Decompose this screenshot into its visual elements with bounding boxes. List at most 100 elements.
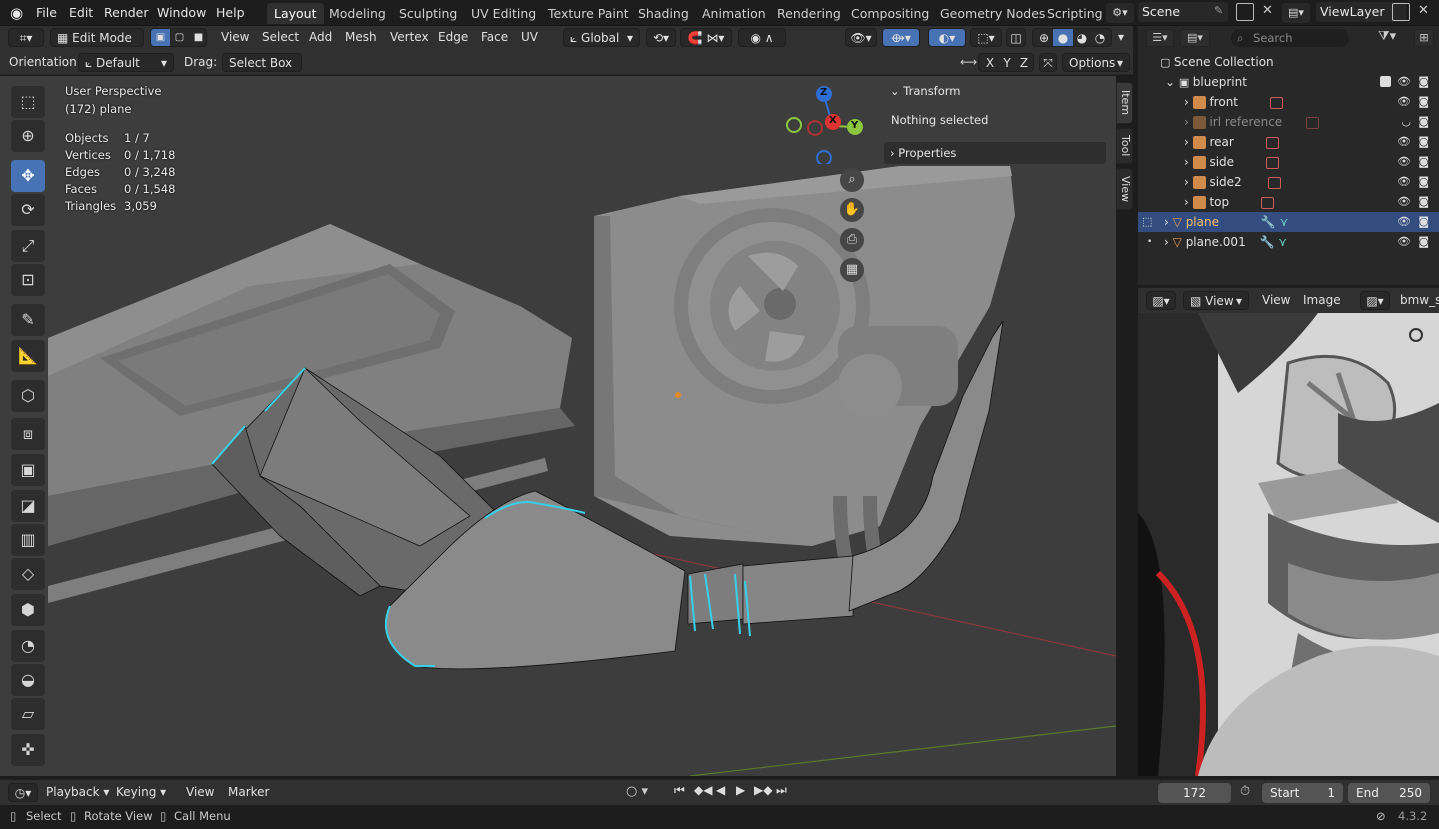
vertex-select-mode-icon[interactable]: ▣ <box>151 29 170 46</box>
mirror-icon[interactable]: ⟷ <box>960 55 977 69</box>
next-keyframe-icon[interactable]: ▶◆ <box>754 783 772 797</box>
tab-uv-editing[interactable]: UV Editing <box>464 3 543 24</box>
scene-icon[interactable]: ⚙▾ <box>1106 3 1134 23</box>
rendered-shading-icon[interactable]: ◔ <box>1091 29 1109 47</box>
menu-file[interactable]: File <box>33 4 60 22</box>
menu-edit[interactable]: Edit <box>66 4 96 22</box>
stopwatch-icon[interactable]: ⏱ <box>1240 784 1250 799</box>
spin-tool-icon[interactable]: ◔ <box>11 630 45 662</box>
eye-icon[interactable]: 👁 <box>1397 92 1411 112</box>
material-shading-icon[interactable]: ◕ <box>1073 29 1091 47</box>
tab-tool[interactable]: Tool <box>1116 128 1133 164</box>
start-frame-field[interactable]: Start 1 <box>1262 783 1343 803</box>
new-collection-icon[interactable]: ⊞ <box>1414 29 1434 47</box>
loop-cut-tool-icon[interactable]: ▥ <box>11 524 45 556</box>
eye-icon[interactable]: 👁 <box>1397 232 1411 252</box>
prev-keyframe-icon[interactable]: ◆◀ <box>694 783 712 797</box>
3d-viewport[interactable]: User Perspective (172) plane Objects 1 / … <box>0 76 1116 776</box>
camera-icon[interactable]: ◙ <box>1418 92 1429 112</box>
tab-rendering[interactable]: Rendering <box>770 3 848 24</box>
outliner-item-plane-001[interactable]: • › ▽ plane.001 🔧 ⋎ 👁 ◙ <box>1138 232 1439 252</box>
options-dropdown[interactable]: Options ▾ <box>1062 53 1130 72</box>
outliner-collection-blueprint[interactable]: ⌄ ▣ blueprint 👁 ◙ <box>1138 72 1439 92</box>
pan-hand-icon[interactable]: ✋ <box>840 198 864 222</box>
tab-geometry-nodes[interactable]: Geometry Nodes <box>933 3 1052 24</box>
outliner-editor-icon[interactable]: ☰▾ <box>1146 29 1174 47</box>
eye-icon[interactable]: 👁 <box>1397 72 1411 92</box>
menu-mesh[interactable]: Mesh <box>345 28 377 47</box>
new-view-layer-icon[interactable] <box>1392 3 1410 21</box>
eye-icon[interactable]: 👁 <box>1397 172 1411 192</box>
menu-render[interactable]: Render <box>101 4 152 22</box>
menu-select[interactable]: Select <box>262 28 299 47</box>
annotate-tool-icon[interactable]: ✎ <box>11 304 45 336</box>
timeline-editor-icon[interactable]: ◷▾ <box>8 783 38 802</box>
mirror-z-button[interactable]: Z <box>1017 54 1031 72</box>
display-mode-icon[interactable]: ▤▾ <box>1180 29 1210 47</box>
scale-tool-icon[interactable]: ⤢ <box>11 230 45 262</box>
knife-tool-icon[interactable]: ◇ <box>11 558 45 590</box>
visibility-icon[interactable]: 👁▾ <box>845 28 877 47</box>
add-cube-tool-icon[interactable]: ⬡ <box>11 380 45 412</box>
smooth-tool-icon[interactable]: ◒ <box>11 664 45 696</box>
tab-item[interactable]: Item <box>1116 82 1133 124</box>
tab-layout[interactable]: Layout <box>267 3 324 24</box>
shear-tool-icon[interactable]: ▱ <box>11 698 45 730</box>
mesh-edit-overlay-icon[interactable]: ⬚▾ <box>970 28 1002 47</box>
camera-icon[interactable]: ◙ <box>1418 72 1429 92</box>
edit-mode-icon[interactable]: ⬚ <box>1142 212 1152 232</box>
menu-face[interactable]: Face <box>481 28 508 47</box>
checkbox-icon[interactable] <box>1380 76 1391 87</box>
menu-vertex[interactable]: Vertex <box>390 28 429 47</box>
tab-scripting[interactable]: Scripting <box>1040 3 1110 24</box>
jump-end-icon[interactable]: ⏭ <box>776 783 787 798</box>
properties-panel-header[interactable]: › Properties <box>884 142 1106 164</box>
tab-shading[interactable]: Shading <box>631 3 696 24</box>
outliner-item-side2[interactable]: › side2 👁 ◙ <box>1138 172 1439 192</box>
menu-help[interactable]: Help <box>213 4 248 22</box>
search-input[interactable]: ⌕ Search <box>1231 29 1349 47</box>
rip-tool-icon[interactable]: ✜ <box>11 734 45 766</box>
wireframe-shading-icon[interactable]: ⊕ <box>1035 29 1053 47</box>
menu-uv[interactable]: UV <box>521 28 538 47</box>
move-tool-icon[interactable]: ✥ <box>11 160 45 192</box>
view-layer-icon[interactable]: ▤▾ <box>1282 3 1310 23</box>
poly-build-tool-icon[interactable]: ⬢ <box>11 594 45 626</box>
overlay-toggle-icon[interactable]: ◐▾ <box>928 28 966 47</box>
tab-texture-paint[interactable]: Texture Paint <box>541 3 636 24</box>
outliner-item-front[interactable]: › front 👁 ◙ <box>1138 92 1439 112</box>
bevel-tool-icon[interactable]: ◪ <box>11 490 45 522</box>
remove-view-layer-icon[interactable]: ✕ <box>1418 3 1429 18</box>
menu-window[interactable]: Window <box>154 4 209 22</box>
snap-icon[interactable]: 🧲 ⋈▾ <box>680 28 732 47</box>
gizmo-toggle-icon[interactable]: ⟴▾ <box>882 28 920 47</box>
cursor-tool-icon[interactable]: ⊕ <box>11 120 45 152</box>
camera-view-icon[interactable]: ⎙ <box>840 228 864 252</box>
ortho-grid-icon[interactable]: ▦ <box>840 258 864 282</box>
eye-icon[interactable]: 👁 <box>1397 152 1411 172</box>
transform-orientation-dropdown[interactable]: ⟀ Global ▾ <box>563 28 640 47</box>
camera-icon[interactable]: ◙ <box>1418 152 1429 172</box>
new-scene-icon[interactable] <box>1236 3 1254 21</box>
menu-edge[interactable]: Edge <box>438 28 468 47</box>
tab-view[interactable]: View <box>1116 168 1133 210</box>
menu-view[interactable]: View <box>186 783 214 802</box>
end-frame-field[interactable]: End 250 <box>1348 783 1430 803</box>
view-mode-dropdown[interactable]: ▧ View ▾ <box>1183 291 1249 310</box>
menu-marker[interactable]: Marker <box>228 783 269 802</box>
zoom-icon[interactable]: ⌕ <box>840 168 864 192</box>
outliner-scene-collection[interactable]: ▢ Scene Collection <box>1138 52 1439 72</box>
auto-keying-icon[interactable]: ○ ▾ <box>626 784 660 802</box>
play-icon[interactable]: ▶ <box>736 783 745 797</box>
camera-icon[interactable]: ◙ <box>1418 172 1429 192</box>
camera-icon[interactable]: ◙ <box>1418 192 1429 212</box>
proportional-edit-icon[interactable]: ◉ ∧ <box>738 28 786 47</box>
solid-shading-icon[interactable]: ● <box>1053 29 1073 46</box>
jump-start-icon[interactable]: ⏮ <box>674 783 685 798</box>
outliner-item-side[interactable]: › side 👁 ◙ <box>1138 152 1439 172</box>
outliner-item-irl-reference[interactable]: › irl reference ◡ ◙ <box>1138 112 1439 132</box>
pivot-point-icon[interactable]: ⟲▾ <box>646 28 676 47</box>
tab-modeling[interactable]: Modeling <box>322 3 393 24</box>
tab-animation[interactable]: Animation <box>695 3 773 24</box>
xray-icon[interactable]: ◫ <box>1006 28 1026 47</box>
